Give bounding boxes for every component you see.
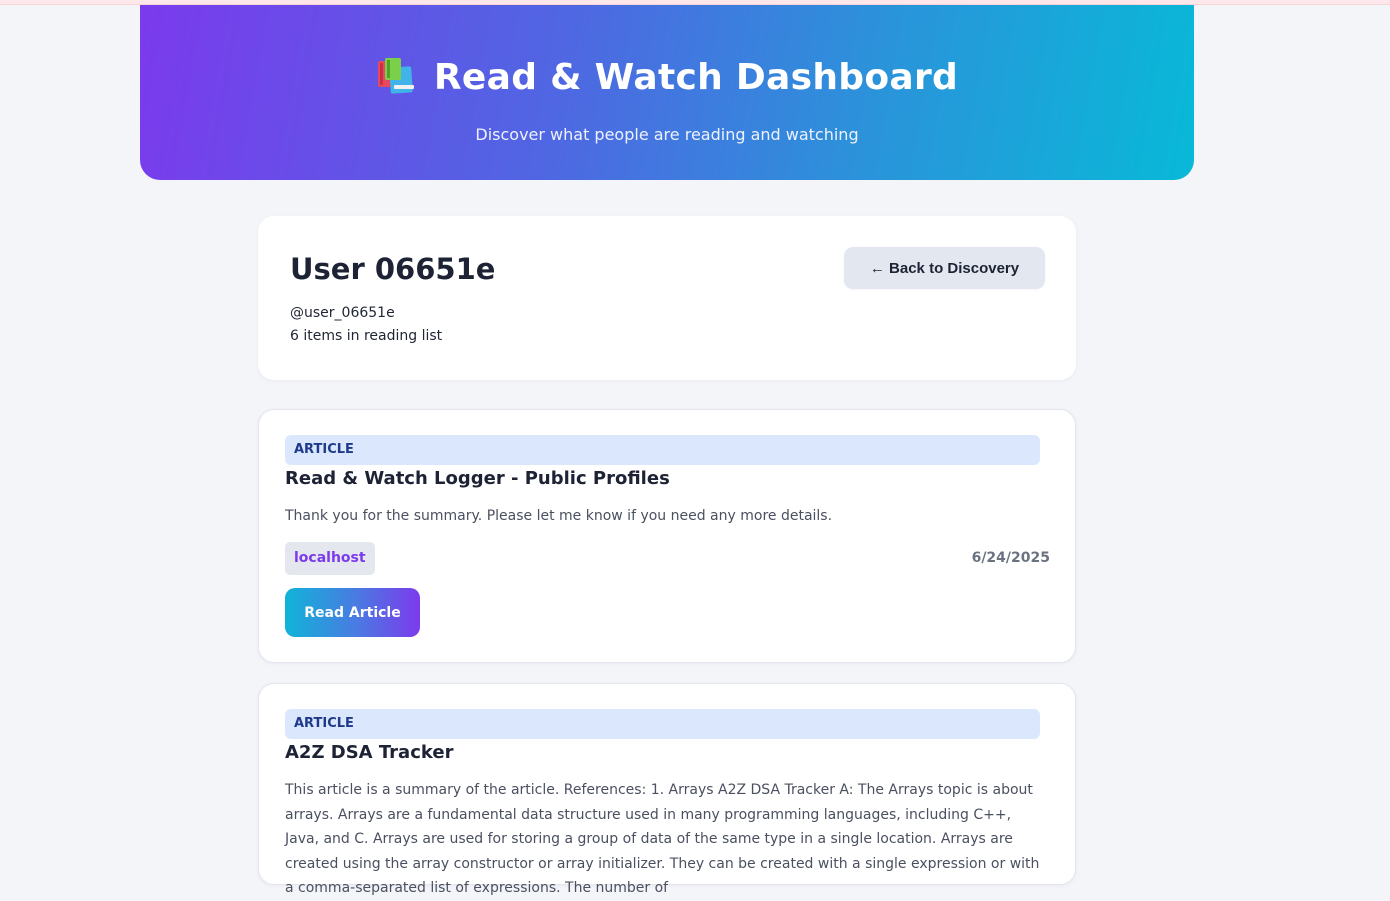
reading-item-card: ARTICLE Read & Watch Logger - Public Pro… bbox=[258, 409, 1076, 663]
books-icon bbox=[377, 58, 414, 94]
reading-item-card: ARTICLE A2Z DSA Tracker This article is … bbox=[258, 683, 1076, 896]
page-subtitle: Discover what people are reading and wat… bbox=[475, 125, 859, 144]
item-description: This article is a summary of the article… bbox=[285, 782, 1040, 896]
page-title-row: Read & Watch Dashboard bbox=[140, 57, 1194, 98]
read-article-button[interactable]: Read Article bbox=[285, 588, 420, 637]
reading-list-count: 6 items in reading list bbox=[290, 328, 443, 344]
item-title: Read & Watch Logger - Public Profiles bbox=[285, 468, 670, 489]
item-source-tag: localhost bbox=[285, 542, 375, 575]
profile-handle: @user_06651e bbox=[290, 305, 395, 321]
item-type-badge: ARTICLE bbox=[285, 709, 1040, 739]
profile-card: User 06651e @user_06651e 6 items in read… bbox=[258, 216, 1076, 380]
profile-name: User 06651e bbox=[290, 252, 496, 286]
page-title: Read & Watch Dashboard bbox=[433, 57, 959, 98]
item-type-badge: ARTICLE bbox=[285, 435, 1040, 465]
item-description: Thank you for the summary. Please let me… bbox=[285, 508, 833, 524]
item-title: A2Z DSA Tracker bbox=[285, 742, 454, 763]
item-date: 6/24/2025 bbox=[971, 550, 1050, 566]
back-to-discovery-button[interactable]: ← Back to Discovery bbox=[844, 247, 1045, 289]
dashboard-header: Read & Watch Dashboard Discover what peo… bbox=[140, 5, 1194, 180]
